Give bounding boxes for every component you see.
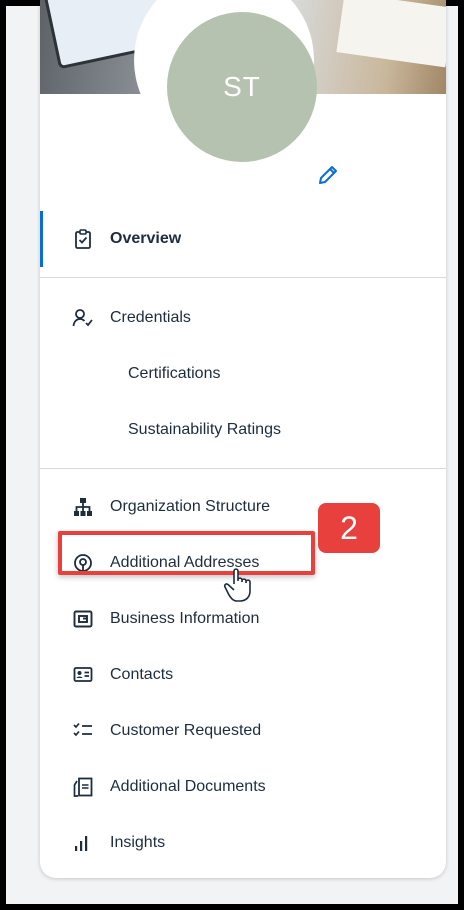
nav-item-insights[interactable]: Insights xyxy=(40,815,446,871)
nav-item-label: Organization Structure xyxy=(110,498,271,515)
org-chart-icon xyxy=(72,496,94,518)
nav-item-label: Additional Documents xyxy=(110,778,266,795)
clipboard-check-icon xyxy=(72,228,94,250)
nav-item-label: Overview xyxy=(110,230,182,247)
nav-item-overview[interactable]: Overview xyxy=(40,211,446,267)
avatar: ST xyxy=(167,12,317,162)
nav-item-label: Certifications xyxy=(128,365,221,382)
divider xyxy=(40,468,446,469)
nav-item-credentials[interactable]: Credentials xyxy=(40,290,446,346)
banner-paper-graphic xyxy=(336,0,446,68)
divider xyxy=(40,277,446,278)
nav-item-label: Contacts xyxy=(110,666,174,683)
user-check-icon xyxy=(72,307,94,329)
nav-item-contacts[interactable]: Contacts xyxy=(40,647,446,703)
nav-item-sustainability-ratings[interactable]: Sustainability Ratings xyxy=(40,402,446,458)
bar-chart-icon xyxy=(72,832,94,854)
step-number: 2 xyxy=(340,509,358,546)
tutorial-highlight-box xyxy=(58,531,315,575)
nav-item-additional-documents[interactable]: Additional Documents xyxy=(40,759,446,815)
nav-item-label: Credentials xyxy=(110,309,191,326)
wallet-icon xyxy=(72,608,94,630)
documents-icon xyxy=(72,776,94,798)
avatar-initials: ST xyxy=(223,71,261,102)
nav-item-label: Insights xyxy=(110,834,166,851)
nav-item-customer-requested[interactable]: Customer Requested xyxy=(40,703,446,759)
checklist-icon xyxy=(72,720,94,742)
contact-card-icon xyxy=(72,664,94,686)
nav-item-label: Customer Requested xyxy=(110,722,262,739)
profile-navigation-card: ST Overview Credentials Certifications S… xyxy=(40,0,446,878)
nav-item-label: Sustainability Ratings xyxy=(128,421,281,438)
pencil-icon[interactable] xyxy=(316,163,340,187)
nav-item-certifications[interactable]: Certifications xyxy=(40,346,446,402)
tutorial-step-badge: 2 xyxy=(318,503,380,553)
nav-item-organization-structure[interactable]: Organization Structure xyxy=(40,479,446,535)
hand-pointer-cursor-icon xyxy=(223,568,251,602)
nav-item-label: Business Information xyxy=(110,610,260,627)
